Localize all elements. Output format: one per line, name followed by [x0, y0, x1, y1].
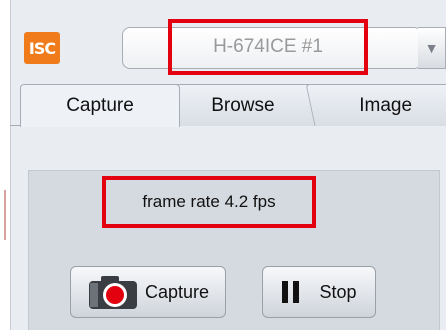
- isc-logo: ISC: [24, 32, 60, 64]
- stop-button[interactable]: Stop: [262, 266, 376, 318]
- capture-button[interactable]: Capture: [70, 266, 226, 318]
- device-select-value[interactable]: H-674ICE #1: [168, 19, 368, 75]
- window-edge: [4, 190, 6, 240]
- tab-image-label: Image: [358, 94, 412, 116]
- pause-icon: [281, 281, 301, 303]
- chevron-down-icon[interactable]: ▼: [418, 27, 446, 69]
- tab-browse[interactable]: Browse: [163, 84, 323, 126]
- frame-rate-readout: frame rate 4.2 fps: [102, 176, 316, 228]
- tab-capture-label: Capture: [66, 95, 134, 116]
- capture-button-label: Capture: [144, 281, 210, 302]
- tab-browse-label: Browse: [211, 94, 275, 116]
- tab-capture[interactable]: Capture: [20, 84, 180, 127]
- camera-record-icon: [87, 273, 139, 311]
- tab-image[interactable]: Image: [305, 84, 446, 126]
- stop-button-label: Stop: [319, 281, 357, 302]
- tab-bar: Capture Browse Image: [10, 84, 446, 127]
